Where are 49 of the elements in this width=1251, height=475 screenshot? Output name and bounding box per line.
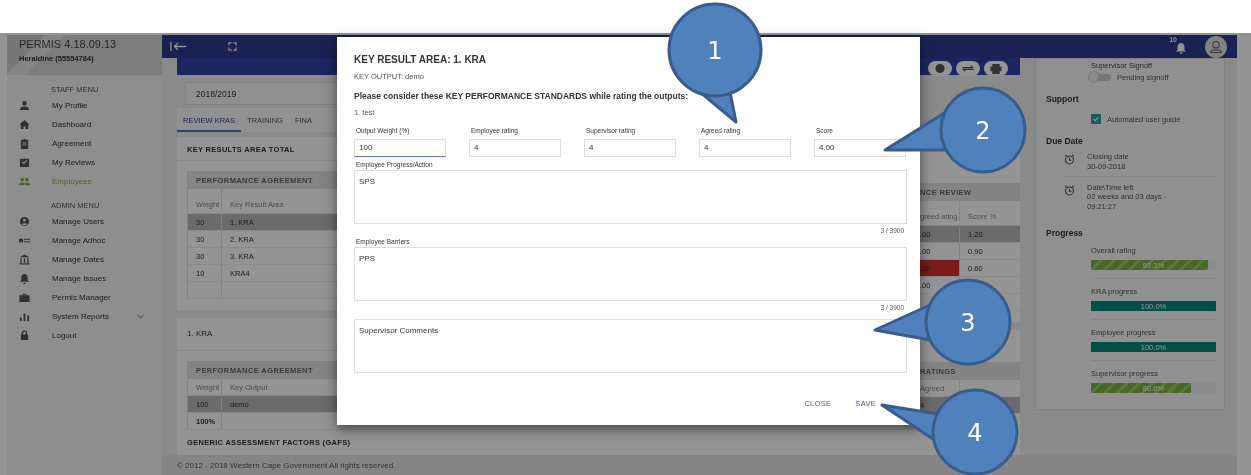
section-heading: Progress bbox=[1046, 227, 1084, 238]
menu-item[interactable]: Logout bbox=[7, 326, 162, 345]
alarm-clock-icon bbox=[1064, 154, 1075, 165]
alarm-clock-icon bbox=[1064, 184, 1075, 196]
callout-number: 4 bbox=[967, 419, 983, 447]
section-heading: Due Date bbox=[1046, 136, 1084, 146]
bar-chart-icon bbox=[19, 311, 30, 322]
chevron-down-icon bbox=[136, 314, 144, 319]
menu-item[interactable]: Manage Users bbox=[7, 212, 162, 231]
menu-item[interactable]: Manage Adhoc bbox=[7, 231, 162, 250]
fullscreen-icon[interactable] bbox=[228, 42, 237, 51]
bell-icon bbox=[19, 273, 30, 284]
app-title: PERMIS 4.18.09.13 bbox=[19, 38, 118, 50]
input-field[interactable]: 4 bbox=[584, 138, 676, 157]
dialog-title: KEY RESULT AREA: 1. KRA bbox=[354, 54, 488, 65]
input-field[interactable]: 4 bbox=[469, 138, 561, 157]
collapse-sidebar-icon[interactable] bbox=[170, 41, 188, 52]
person-icon bbox=[19, 100, 30, 111]
bank-icon bbox=[19, 254, 30, 265]
menu-item[interactable]: Dashboard bbox=[7, 115, 162, 134]
callout-number: 2 bbox=[975, 117, 991, 145]
menu-item[interactable]: Manage Dates bbox=[7, 250, 162, 269]
menu-item[interactable]: My Profile bbox=[7, 96, 162, 115]
briefcase-icon bbox=[19, 292, 30, 303]
menu-item[interactable]: Agreement bbox=[7, 134, 162, 153]
text-area[interactable]: PPS bbox=[354, 246, 907, 301]
input-field[interactable]: 4 bbox=[699, 138, 791, 157]
text-area[interactable]: SPS bbox=[354, 169, 907, 224]
instruction-text: Please consider these KEY PERFORMANCE STANDARDS while rating the outputs: bbox=[354, 91, 690, 101]
avatar-icon[interactable] bbox=[1205, 35, 1227, 58]
section-heading: Support bbox=[1046, 94, 1080, 104]
people-icon bbox=[19, 176, 30, 187]
callout-number: 1 bbox=[707, 37, 723, 65]
checkbox[interactable] bbox=[1091, 114, 1101, 124]
toggle-switch[interactable] bbox=[1091, 74, 1111, 81]
callout-number: 3 bbox=[960, 309, 976, 337]
footer-text: © 2012 - 2018 Western Cape Government All rights reserved. bbox=[162, 455, 1237, 475]
menu-item[interactable]: Permis Manager bbox=[7, 288, 162, 307]
menu-item[interactable]: Manage Issues bbox=[7, 269, 162, 288]
input-field[interactable]: 100 bbox=[354, 138, 446, 157]
house-icon bbox=[19, 119, 30, 130]
menu-item[interactable]: System Reports bbox=[7, 307, 162, 326]
bell-icon[interactable] bbox=[1175, 41, 1187, 54]
period-select[interactable]: 2018/2019 bbox=[185, 82, 337, 105]
swap-icon[interactable] bbox=[956, 60, 980, 76]
checklist-icon bbox=[19, 157, 30, 168]
lock-icon bbox=[19, 330, 30, 341]
clipboard-icon bbox=[19, 138, 30, 149]
menu-item[interactable]: My Reviews bbox=[7, 153, 162, 172]
